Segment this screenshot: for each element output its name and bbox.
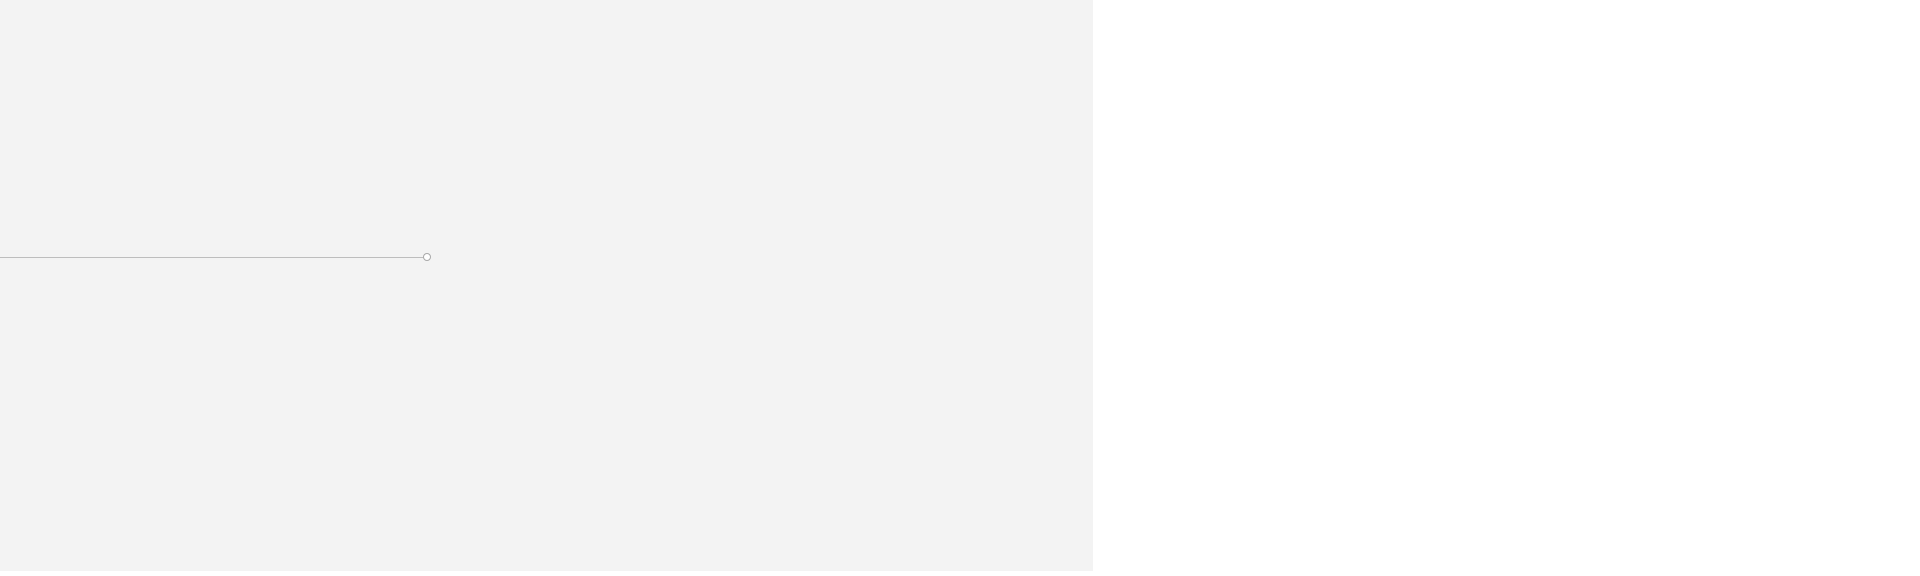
slider-handle[interactable]: [423, 253, 431, 261]
right-panel: [1093, 0, 1920, 576]
screen: [0, 0, 1920, 576]
slider-track[interactable]: [0, 257, 427, 258]
left-panel: [0, 0, 1093, 571]
horizontal-slider[interactable]: [0, 251, 1093, 265]
